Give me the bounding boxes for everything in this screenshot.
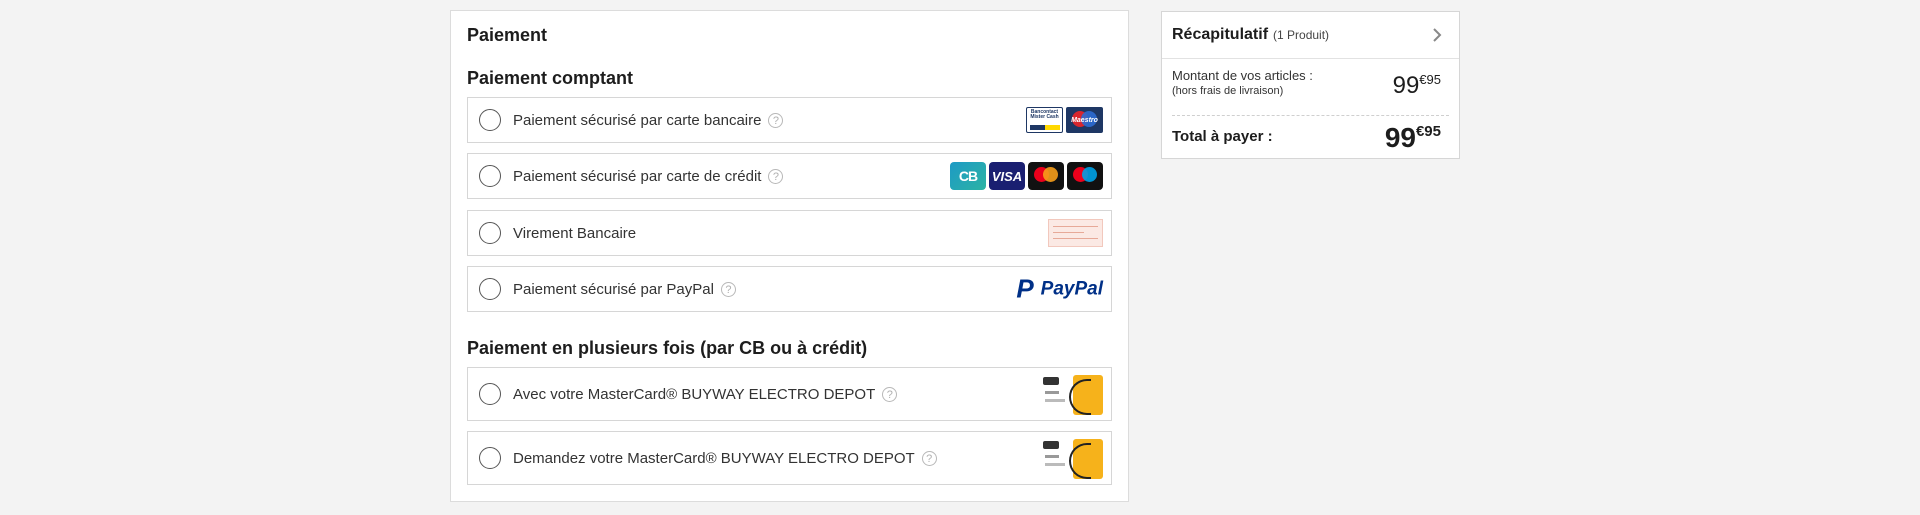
radio-button[interactable]	[479, 383, 501, 405]
cash-payment-heading: Paiement comptant	[467, 68, 634, 88]
bancontact-logo: Bancontact Mister Cash	[1026, 107, 1063, 133]
summary-title: Récapitulatif	[1172, 26, 1269, 43]
option-label: Avec votre MasterCard® BUYWAY ELECTRO DE…	[513, 385, 876, 403]
radio-button[interactable]	[479, 447, 501, 469]
credit-card-logos: CB VISA	[950, 162, 1103, 190]
option-label: Demandez votre MasterCard® BUYWAY ELECTR…	[513, 449, 915, 467]
order-summary: Récapitulatif (1 Produit) Montant de vos…	[1161, 11, 1460, 159]
buyway-card-logo	[1041, 373, 1103, 415]
payment-panel: Paiement Paiement comptant Paiement sécu…	[450, 10, 1129, 502]
maestro-logo: Maestro	[1066, 107, 1103, 133]
subtotal-amount: 99€95	[1392, 72, 1441, 99]
help-icon[interactable]: ?	[921, 450, 937, 466]
product-count: (1 Produit)	[1273, 28, 1330, 42]
paypal-logo: P PayPal	[1016, 274, 1103, 305]
radio-button[interactable]	[479, 222, 501, 244]
option-paypal[interactable]: Paiement sécurisé par PayPal ? P PayPal	[467, 266, 1112, 312]
bank-transfer-logo	[1048, 219, 1103, 247]
option-demande-mastercard-buyway[interactable]: Demandez votre MasterCard® BUYWAY ELECTR…	[467, 431, 1112, 485]
help-icon[interactable]: ?	[882, 386, 898, 402]
option-carte-credit[interactable]: Paiement sécurisé par carte de crédit ? …	[467, 153, 1112, 199]
radio-button[interactable]	[479, 278, 501, 300]
help-icon[interactable]: ?	[768, 112, 784, 128]
option-label: Paiement sécurisé par carte bancaire	[513, 111, 762, 129]
option-label: Paiement sécurisé par carte de crédit	[513, 167, 762, 185]
summary-divider	[1172, 115, 1449, 116]
chevron-right-icon[interactable]	[1427, 25, 1447, 45]
radio-button[interactable]	[479, 165, 501, 187]
buyway-card-logo	[1041, 437, 1103, 479]
radio-button[interactable]	[479, 109, 501, 131]
option-carte-bancaire[interactable]: Paiement sécurisé par carte bancaire ? B…	[467, 97, 1112, 143]
mastercard-logo	[1028, 162, 1064, 190]
installment-payment-heading: Paiement en plusieurs fois (par CB ou à …	[467, 338, 868, 358]
buyway-card-image	[1041, 373, 1103, 415]
option-mastercard-buyway[interactable]: Avec votre MasterCard® BUYWAY ELECTRO DE…	[467, 367, 1112, 421]
paypal-wordmark: PayPal	[1040, 278, 1103, 299]
paypal-p-icon: P	[1016, 273, 1034, 304]
subtotal-row: Montant de vos articles : (hors frais de…	[1172, 68, 1449, 99]
bank-card-logos: Bancontact Mister Cash Maestro	[1026, 107, 1103, 133]
payment-title: Paiement	[467, 25, 548, 45]
total-amount: 99€95	[1384, 122, 1441, 153]
visa-logo: VISA	[989, 162, 1025, 190]
maestro-card-logo	[1067, 162, 1103, 190]
option-label: Paiement sécurisé par PayPal	[513, 280, 714, 298]
option-label: Virement Bancaire	[513, 224, 637, 242]
option-virement-bancaire[interactable]: Virement Bancaire	[467, 210, 1112, 256]
cheque-icon	[1048, 219, 1103, 247]
total-row: Total à payer : 99€95	[1172, 122, 1449, 153]
cb-logo: CB	[950, 162, 986, 190]
help-icon[interactable]: ?	[768, 168, 784, 184]
buyway-card-image	[1041, 437, 1103, 479]
summary-header[interactable]: Récapitulatif (1 Produit)	[1162, 12, 1459, 59]
help-icon[interactable]: ?	[720, 281, 736, 297]
